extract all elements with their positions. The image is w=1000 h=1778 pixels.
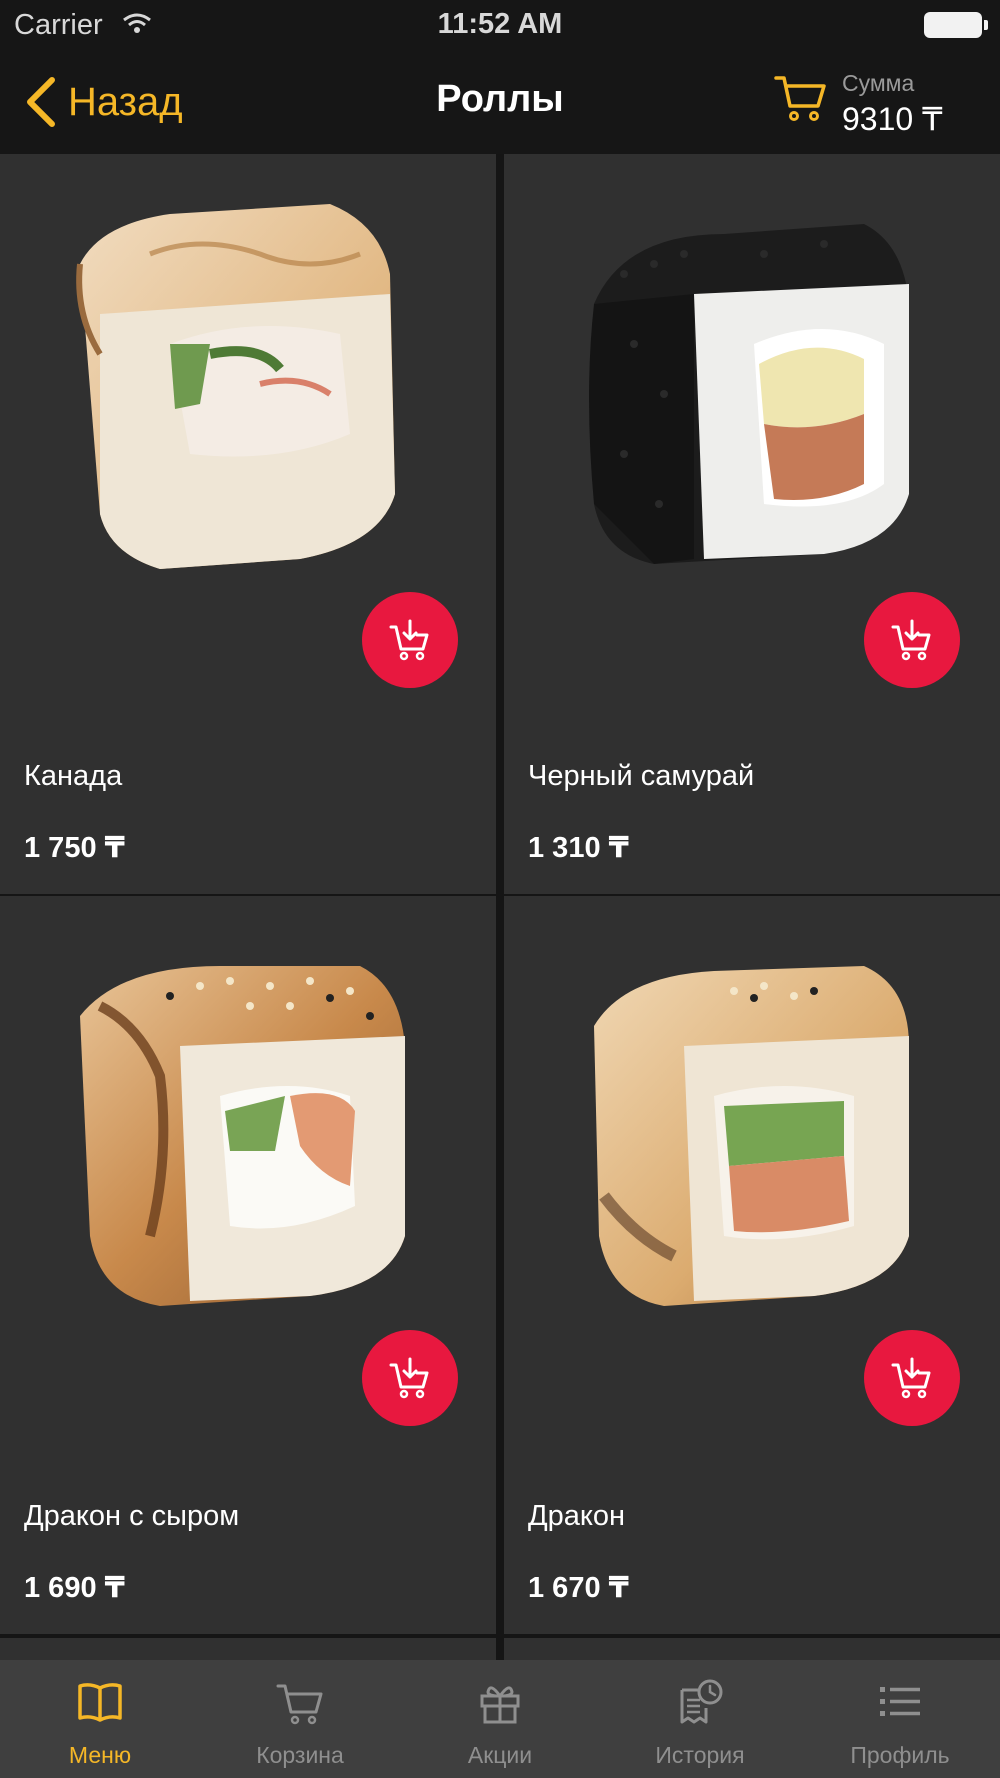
tab-label: Акции — [467, 1742, 533, 1768]
product-price: 1 690 ₸ — [24, 1572, 125, 1604]
cart-add-icon — [389, 1357, 429, 1399]
roll-black-samurai-image — [589, 224, 909, 564]
gift-icon — [480, 1686, 520, 1724]
chevron-left-icon — [27, 77, 55, 127]
tab-label: История — [655, 1742, 745, 1768]
cart-add-icon — [891, 619, 931, 661]
product-price: 1 310 ₸ — [528, 832, 629, 864]
sum-label: Сумма — [842, 70, 915, 96]
roll-dragon-cheese-image — [80, 966, 405, 1306]
tab-promotions[interactable]: Акции — [400, 1660, 600, 1778]
tab-label: Корзина — [256, 1742, 344, 1768]
add-to-cart-button[interactable] — [362, 1330, 458, 1426]
cart-add-icon — [891, 1357, 931, 1399]
product-card[interactable] — [0, 1638, 496, 1660]
roll-dragon-image — [594, 966, 909, 1306]
tab-label: Меню — [68, 1742, 132, 1768]
status-time: 11:52 AM — [437, 8, 563, 40]
product-card[interactable]: Дракон 1 670 ₸ — [504, 896, 1000, 1634]
tab-profile[interactable]: Профиль — [800, 1660, 1000, 1778]
tab-history[interactable]: История — [600, 1660, 800, 1778]
sum-value: 9310 ₸ — [842, 101, 943, 137]
product-card[interactable] — [504, 1638, 1000, 1660]
battery-icon — [924, 12, 988, 38]
cart-icon — [276, 1684, 323, 1725]
product-card[interactable]: Дракон с сыром 1 690 ₸ — [0, 896, 496, 1634]
tab-label: Профиль — [850, 1742, 950, 1768]
nav-bar: Назад Роллы Сумма 9310 ₸ — [0, 50, 1000, 154]
roll-canada-image — [76, 204, 395, 569]
product-card[interactable]: Канада 1 750 ₸ — [0, 154, 496, 894]
tab-bar: Меню Корзина Акции История Профиль — [0, 1660, 1000, 1778]
product-name: Дракон — [528, 1500, 626, 1532]
list-icon — [880, 1687, 920, 1716]
product-price: 1 750 ₸ — [24, 832, 125, 864]
add-to-cart-button[interactable] — [864, 592, 960, 688]
tab-cart[interactable]: Корзина — [200, 1660, 400, 1778]
add-to-cart-button[interactable] — [362, 592, 458, 688]
product-name: Дракон с сыром — [24, 1500, 240, 1532]
product-grid: Канада 1 750 ₸ Черный самурай 1 310 ₸ Др… — [0, 154, 1000, 1660]
back-button[interactable]: Назад — [24, 74, 183, 130]
tab-menu[interactable]: Меню — [0, 1660, 200, 1778]
product-name: Черный самурай — [528, 760, 755, 792]
product-card[interactable]: Черный самурай 1 310 ₸ — [504, 154, 1000, 894]
cart-add-icon — [389, 619, 429, 661]
product-price: 1 670 ₸ — [528, 1572, 629, 1604]
status-bar: Carrier 11:52 AM — [0, 0, 1000, 50]
book-icon — [78, 1683, 122, 1722]
cart-icon — [774, 76, 826, 121]
product-name: Канада — [24, 760, 123, 792]
add-to-cart-button[interactable] — [864, 1330, 960, 1426]
cart-summary-button[interactable]: Сумма 9310 ₸ — [774, 66, 974, 140]
back-label: Назад — [68, 79, 183, 124]
history-icon — [680, 1679, 723, 1724]
